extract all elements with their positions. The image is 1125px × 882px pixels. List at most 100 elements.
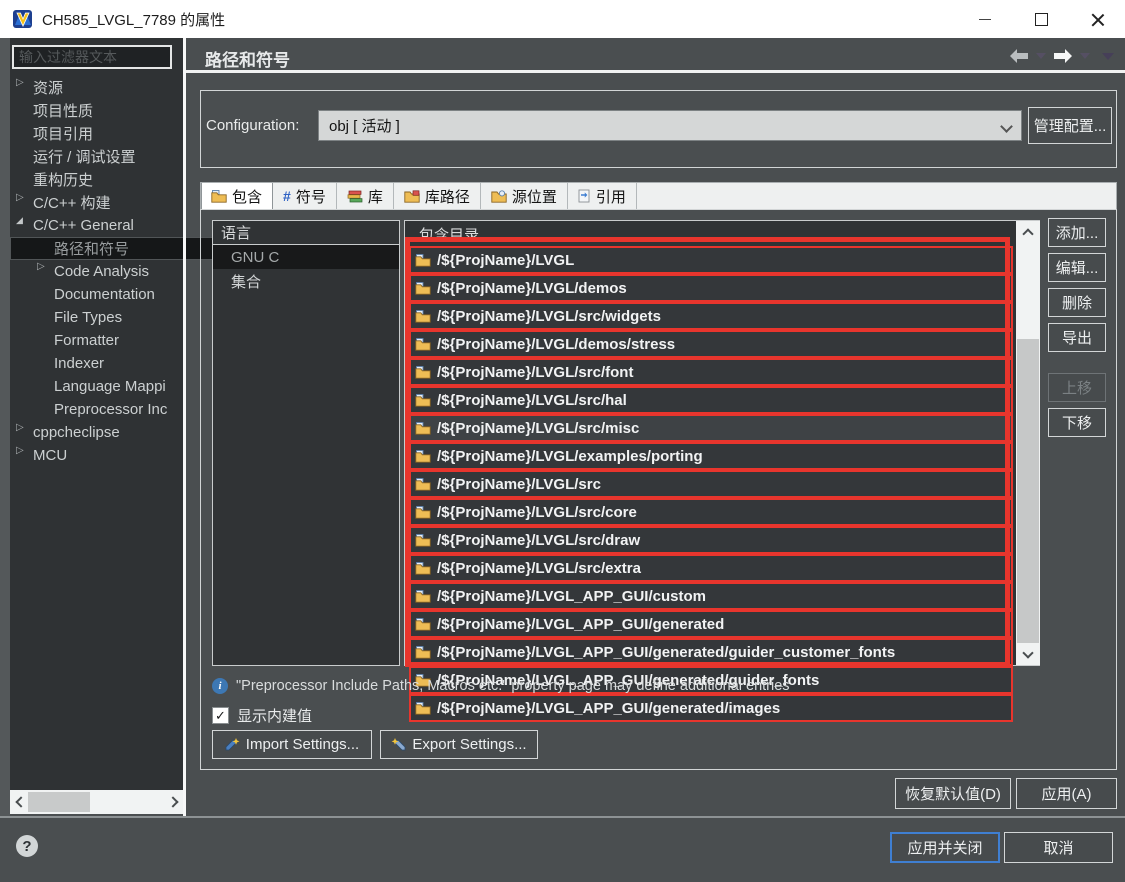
include-list-scrollbar[interactable] (1016, 221, 1040, 665)
tree-item-label: 运行 / 调试设置 (33, 149, 136, 166)
tree-item-label: C/C++ 构建 (33, 195, 111, 212)
move-up-button[interactable]: 上移 (1048, 373, 1106, 402)
tree-item[interactable]: File Types (10, 306, 183, 329)
tree-item[interactable]: Code Analysis (10, 260, 183, 283)
tree-item[interactable]: 项目引用 (10, 122, 183, 145)
view-menu-chevron-icon[interactable] (1102, 52, 1114, 60)
forward-arrow-icon[interactable] (1052, 48, 1074, 64)
tree-expand-icon[interactable] (16, 77, 30, 88)
languages-pane: 语言 GNU C 集合 (212, 220, 400, 666)
import-settings-button[interactable]: Import Settings... (212, 730, 372, 759)
filter-input[interactable] (12, 45, 172, 69)
include-path-row[interactable]: /${ProjName}/LVGL_APP_GUI/generated/imag… (409, 694, 1013, 722)
include-path-row[interactable]: /${ProjName}/LVGL/demos (409, 274, 1013, 302)
tree-expand-icon[interactable] (16, 192, 30, 203)
language-label: GNU C (231, 248, 280, 266)
tree-item[interactable]: 项目性质 (10, 99, 183, 122)
include-path-row[interactable]: /${ProjName}/LVGL (409, 246, 1013, 274)
tree-item[interactable]: Language Mappi (10, 375, 183, 398)
close-button[interactable] (1069, 0, 1125, 38)
include-path-row[interactable]: /${ProjName}/LVGL/demos/stress (409, 330, 1013, 358)
tree-item[interactable]: C/C++ 构建 (10, 191, 183, 214)
include-path-row[interactable]: /${ProjName}/LVGL/src/widgets (409, 302, 1013, 330)
tab-references[interactable]: 引用 (568, 183, 637, 209)
include-path-label: /${ProjName}/LVGL_APP_GUI/custom (437, 587, 706, 605)
export-button[interactable]: 导出 (1048, 323, 1106, 352)
language-item[interactable]: GNU C (213, 245, 399, 269)
tab-source-location[interactable]: 源位置 (481, 183, 568, 209)
language-item[interactable]: 集合 (213, 269, 399, 293)
back-history-chevron-icon[interactable] (1036, 53, 1046, 59)
include-path-row[interactable]: /${ProjName}/LVGL/src/core (409, 498, 1013, 526)
edit-button[interactable]: 编辑... (1048, 253, 1106, 282)
tree-item[interactable]: 重构历史 (10, 168, 183, 191)
tree-item[interactable]: cppcheclipse (10, 421, 183, 444)
include-path-row[interactable]: /${ProjName}/LVGL/src/draw (409, 526, 1013, 554)
window-title: CH585_LVGL_7789 的属性 (42, 11, 226, 29)
tree-expand-icon[interactable] (16, 445, 30, 456)
tree-expand-icon[interactable] (37, 261, 51, 272)
forward-history-chevron-icon[interactable] (1080, 53, 1090, 59)
add-button[interactable]: 添加... (1048, 218, 1106, 247)
titlebar: CH585_LVGL_7789 的属性 (0, 0, 1125, 38)
tab-library-paths[interactable]: 库路径 (394, 183, 481, 209)
help-icon[interactable]: ? (16, 835, 38, 857)
tree-item[interactable]: 运行 / 调试设置 (10, 145, 183, 168)
tree-item-label: cppcheclipse (33, 424, 120, 441)
tab-libraries[interactable]: 库 (337, 183, 394, 209)
include-path-row[interactable]: /${ProjName}/LVGL/examples/porting (409, 442, 1013, 470)
export-settings-button[interactable]: Export Settings... (380, 730, 538, 759)
scroll-up-icon[interactable] (1016, 221, 1040, 243)
include-path-row[interactable]: /${ProjName}/LVGL/src (409, 470, 1013, 498)
tree-item[interactable]: 资源 (10, 76, 183, 99)
include-folder-icon (415, 365, 431, 379)
import-settings-icon (225, 738, 240, 751)
tab-symbols[interactable]: # 符号 (273, 183, 337, 209)
move-down-button[interactable]: 下移 (1048, 408, 1106, 437)
tree-expand-icon[interactable] (16, 215, 30, 226)
header-divider (186, 70, 1125, 73)
include-path-label: /${ProjName}/LVGL/src/misc (437, 419, 640, 437)
tree-item[interactable]: MCU (10, 444, 183, 467)
tab-label: 引用 (595, 188, 626, 206)
include-path-row[interactable]: /${ProjName}/LVGL/src/font (409, 358, 1013, 386)
configuration-select[interactable]: obj [ 活动 ] (318, 110, 1022, 141)
include-path-row[interactable]: /${ProjName}/LVGL/src/misc (409, 414, 1013, 442)
tree-item[interactable]: Preprocessor Inc (10, 398, 183, 421)
include-path-row[interactable]: /${ProjName}/LVGL_APP_GUI/custom (409, 582, 1013, 610)
scroll-down-icon[interactable] (1016, 643, 1040, 665)
close-icon (1091, 13, 1104, 26)
manage-configurations-button[interactable]: 管理配置... (1028, 107, 1112, 144)
maximize-button[interactable] (1013, 0, 1069, 38)
include-directories-list: /${ProjName}/LVGL /${ProjName}/LVGL/demo… (409, 246, 1013, 722)
apply-and-close-button[interactable]: 应用并关闭 (890, 832, 1000, 863)
minimize-button[interactable] (957, 0, 1013, 38)
tab-includes[interactable]: 包含 (201, 183, 274, 209)
scroll-left-icon[interactable] (10, 790, 28, 814)
page-title: 路径和符号 (205, 51, 290, 70)
restore-defaults-button[interactable]: 恢复默认值(D) (895, 778, 1011, 809)
include-path-row[interactable]: /${ProjName}/LVGL_APP_GUI/generated (409, 610, 1013, 638)
scrollbar-thumb[interactable] (28, 792, 90, 812)
tab-label: 库 (367, 188, 383, 206)
tree-expand-icon[interactable] (16, 422, 30, 433)
sidebar-horizontal-scrollbar[interactable] (10, 790, 183, 814)
back-arrow-icon[interactable] (1008, 48, 1030, 64)
tree-item[interactable]: C/C++ General (10, 214, 183, 237)
scrollbar-thumb[interactable] (1017, 339, 1039, 643)
property-tree: 资源 项目性质 项目引用 运行 / 调试设置 (10, 76, 214, 467)
sidebar-splitter[interactable] (183, 38, 186, 817)
tree-item[interactable]: Indexer (10, 352, 183, 375)
tree-item[interactable]: Formatter (10, 329, 183, 352)
include-path-row[interactable]: /${ProjName}/LVGL_APP_GUI/generated/guid… (409, 638, 1013, 666)
include-path-row[interactable]: /${ProjName}/LVGL/src/hal (409, 386, 1013, 414)
tree-item-label: 项目引用 (33, 126, 94, 143)
show-builtin-checkbox[interactable]: ✓ (212, 707, 229, 724)
apply-button[interactable]: 应用(A) (1016, 778, 1117, 809)
include-path-label: /${ProjName}/LVGL/src/extra (437, 559, 641, 577)
scroll-right-icon[interactable] (165, 790, 183, 814)
tree-item[interactable]: Documentation (10, 283, 183, 306)
include-path-row[interactable]: /${ProjName}/LVGL/src/extra (409, 554, 1013, 582)
delete-button[interactable]: 删除 (1048, 288, 1106, 317)
cancel-button[interactable]: 取消 (1004, 832, 1113, 863)
